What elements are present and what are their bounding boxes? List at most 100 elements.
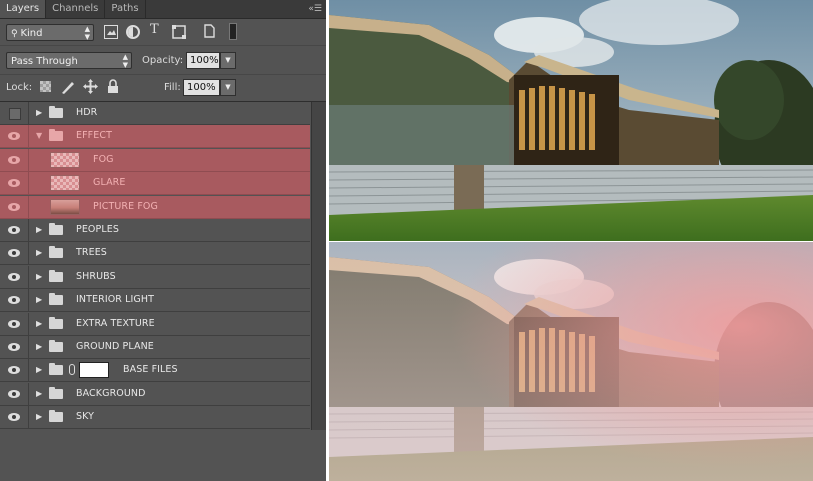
layer-row[interactable]: ▶ SHRUBS (0, 265, 310, 289)
adjustment-filter-icon[interactable] (126, 25, 140, 39)
eye-icon (8, 343, 20, 351)
layer-row[interactable]: ▶ INTERIOR LIGHT (0, 289, 310, 313)
lock-transparent-icon[interactable] (40, 81, 51, 92)
layer-thumbnail[interactable] (50, 151, 80, 168)
layer-thumbnail[interactable] (50, 175, 80, 192)
folder-icon (49, 316, 63, 329)
folder-icon (49, 363, 63, 376)
tab-paths[interactable]: Paths (105, 0, 146, 18)
layer-mask-thumbnail[interactable] (79, 362, 109, 379)
filter-toggle-icon[interactable] (229, 23, 237, 40)
chevron-right-icon[interactable]: ▶ (36, 342, 42, 351)
mask-link-icon[interactable] (69, 364, 75, 376)
layer-name: PEOPLES (76, 224, 119, 235)
visibility-toggle[interactable] (0, 359, 29, 382)
layer-list-scrollbar[interactable] (311, 102, 326, 430)
folder-icon (49, 340, 63, 352)
eye-icon (8, 226, 20, 234)
visibility-toggle[interactable] (0, 219, 29, 241)
visibility-toggle[interactable] (0, 382, 29, 405)
type-filter-icon[interactable]: T (150, 23, 164, 37)
eye-icon (8, 202, 20, 211)
visibility-toggle[interactable] (0, 148, 29, 171)
layer-row[interactable]: ▶ TREES (0, 242, 310, 266)
eye-icon (8, 155, 20, 164)
chevron-down-icon[interactable]: ▼ (36, 131, 42, 140)
render-before-image (329, 0, 813, 241)
blend-row: Pass Through ▲ ▼ Opacity: 100% ▼ (0, 46, 326, 75)
layer-name: GROUND PLANE (76, 341, 154, 352)
visibility-toggle[interactable] (0, 336, 29, 358)
fill-dropdown-icon[interactable]: ▼ (220, 79, 236, 96)
eye-icon (8, 366, 20, 375)
layer-thumbnail[interactable] (50, 198, 80, 215)
layer-list: ▶ HDR ▼ EFFECT FOG GLARE PICTURE FOG ▶ PEOPLES ▶ T… (0, 102, 310, 430)
eye-icon (8, 249, 20, 258)
visibility-toggle[interactable] (0, 125, 29, 148)
folder-icon (49, 410, 63, 423)
eye-icon (8, 296, 20, 305)
opacity-dropdown-icon[interactable]: ▼ (220, 52, 236, 69)
layer-row[interactable]: FOG (0, 148, 310, 172)
kind-filter-label: Kind (20, 28, 43, 39)
fill-input[interactable]: 100% (183, 79, 220, 96)
folder-icon (49, 386, 63, 399)
layer-name: FOG (93, 153, 114, 165)
layer-row[interactable]: ▶ HDR (0, 102, 310, 125)
layer-name: BACKGROUND (76, 387, 146, 399)
opacity-input[interactable]: 100% (186, 52, 220, 69)
layer-row[interactable]: ▶ BACKGROUND (0, 382, 310, 406)
chevron-right-icon[interactable]: ▶ (36, 295, 42, 304)
layer-list-empty-area (0, 430, 326, 481)
folder-icon (49, 223, 63, 235)
chevron-right-icon[interactable]: ▶ (36, 272, 42, 281)
lock-paint-icon[interactable] (60, 79, 74, 94)
layer-row[interactable]: ▶ BASE FILES (0, 359, 310, 383)
panel-menu-icon[interactable]: «☰ (304, 2, 322, 16)
tab-layers[interactable]: Layers (0, 0, 47, 18)
opacity-label: Opacity: (142, 55, 184, 66)
lock-all-icon[interactable] (107, 79, 121, 93)
layer-name: TREES (76, 247, 107, 259)
kind-filter-select[interactable]: ⚲ Kind ▲ ▼ (6, 24, 94, 41)
layer-row[interactable]: ▶ PEOPLES (0, 219, 310, 242)
layer-row[interactable]: ▶ GROUND PLANE (0, 336, 310, 359)
lock-row: Lock: Fill: 100% ▼ (0, 75, 326, 102)
shape-filter-icon[interactable] (172, 25, 186, 39)
blend-mode-select[interactable]: Pass Through ▲ ▼ (6, 52, 132, 69)
smart-object-filter-icon[interactable] (202, 24, 216, 38)
layer-row[interactable]: PICTURE FOG (0, 195, 310, 219)
chevron-right-icon[interactable]: ▶ (36, 412, 42, 421)
eye-icon (8, 132, 20, 141)
layer-name: EXTRA TEXTURE (76, 317, 155, 329)
chevron-right-icon[interactable]: ▶ (36, 365, 42, 374)
visibility-toggle[interactable] (0, 265, 29, 288)
visibility-toggle[interactable] (0, 289, 29, 312)
visibility-toggle[interactable] (0, 242, 29, 265)
layer-row[interactable]: ▶ SKY (0, 406, 310, 430)
image-filter-icon[interactable] (104, 25, 118, 39)
chevron-right-icon[interactable]: ▶ (36, 389, 42, 398)
lock-position-icon[interactable] (83, 79, 98, 94)
layer-name: PICTURE FOG (93, 200, 158, 212)
chevron-right-icon[interactable]: ▶ (36, 108, 42, 117)
layer-row[interactable]: ▶ EXTRA TEXTURE (0, 312, 310, 336)
layer-name: GLARE (93, 177, 126, 189)
layer-name: HDR (76, 107, 98, 118)
folder-icon (49, 129, 63, 142)
visibility-toggle[interactable] (0, 312, 29, 335)
layers-panel: Layers Channels Paths «☰ ⚲ Kind ▲ ▼ T Pas… (0, 0, 326, 481)
visibility-toggle[interactable] (0, 195, 29, 218)
chevron-right-icon[interactable]: ▶ (36, 248, 42, 257)
visibility-toggle[interactable] (0, 172, 29, 195)
layer-row[interactable]: ▼ EFFECT (0, 125, 310, 149)
chevron-right-icon[interactable]: ▶ (36, 225, 42, 234)
layer-row[interactable]: GLARE (0, 172, 310, 196)
folder-icon (49, 246, 63, 259)
visibility-toggle[interactable] (0, 102, 29, 124)
layer-name: SKY (76, 411, 95, 423)
tab-channels[interactable]: Channels (46, 0, 106, 18)
folder-icon (49, 269, 63, 282)
chevron-right-icon[interactable]: ▶ (36, 319, 42, 328)
visibility-toggle[interactable] (0, 406, 29, 429)
